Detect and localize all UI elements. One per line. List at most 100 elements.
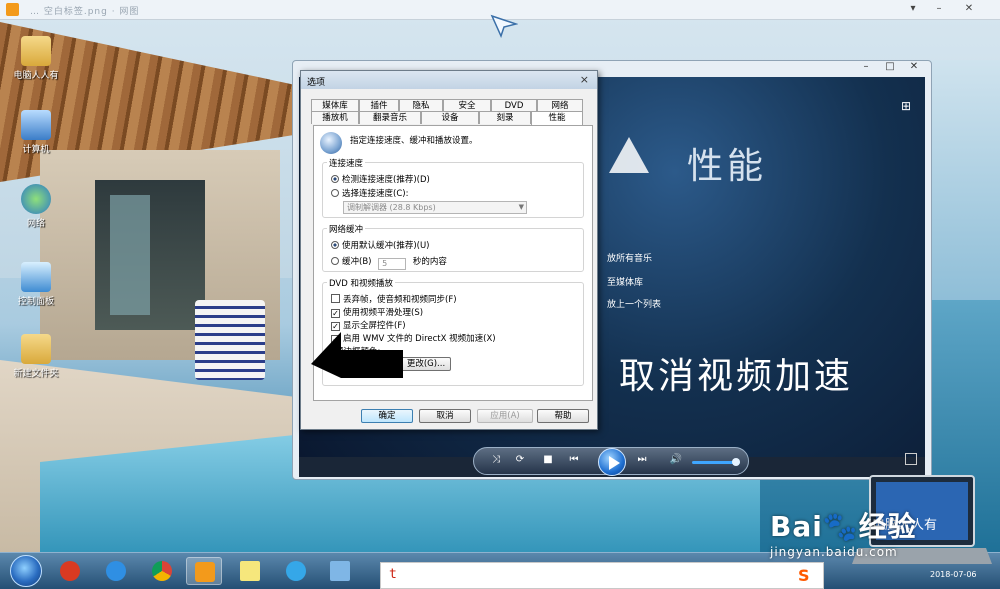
- option-label: 选择连接速度(C):: [342, 189, 409, 199]
- ime-input-bar[interactable]: t: [380, 562, 824, 589]
- chrome-icon: [152, 561, 172, 581]
- radio-custom-buffer[interactable]: 缓冲(B) 5 秒的内容: [331, 255, 447, 270]
- fullscreen-icon[interactable]: [905, 453, 917, 465]
- checkmark-icon: ✓: [331, 309, 340, 318]
- change-color-button[interactable]: 更改(G)...: [401, 357, 451, 371]
- buffer-suffix: 秒的内容: [412, 257, 447, 267]
- desktop-icon-control-panel[interactable]: 控制面板: [8, 262, 64, 307]
- tab-player[interactable]: 播放机: [311, 111, 359, 124]
- desktop-icon-computer[interactable]: 计算机: [8, 110, 64, 155]
- pointer-arrow-icon: [311, 332, 403, 378]
- option-label: 使用默认缓冲(推荐)(U): [342, 241, 430, 251]
- minimize-icon[interactable]: –: [932, 3, 946, 15]
- volume-slider[interactable]: [692, 458, 740, 466]
- tab-performance[interactable]: 性能: [531, 111, 583, 125]
- radio-off-icon: [331, 189, 339, 197]
- dialog-title: 选项: [307, 78, 326, 88]
- stop-icon[interactable]: ■: [540, 454, 556, 465]
- watermark-brand-right: 经验: [858, 510, 917, 543]
- cursor-arrow-icon: [490, 14, 518, 38]
- desktop-icon-label: 网络: [26, 219, 45, 229]
- ok-button[interactable]: 确定: [361, 409, 413, 423]
- taskbar-item-ie[interactable]: [98, 557, 134, 585]
- checkbox-video-smoothing[interactable]: ✓ 使用视频平滑处理(S): [331, 306, 423, 318]
- connection-speed-group: 连接速度 检测连接速度(推荐)(D) 选择连接速度(C): 调制解调器 (28.…: [322, 157, 584, 218]
- connection-speed-select: 调制解调器 (28.8 Kbps) ▼: [343, 201, 527, 214]
- lounge-chair: [195, 300, 265, 380]
- switch-view-icon[interactable]: ⊞: [901, 99, 915, 113]
- 360-browser-icon: [60, 561, 80, 581]
- monitor-icon: [330, 561, 350, 581]
- taskbar-item-monitor[interactable]: [322, 557, 358, 585]
- close-icon[interactable]: ×: [580, 73, 589, 86]
- tab-rip-music[interactable]: 翻录音乐: [359, 111, 421, 124]
- desktop-icon-user-folder[interactable]: 电脑人人有: [8, 36, 64, 81]
- chevron-down-icon: ▼: [518, 203, 524, 211]
- radio-on-icon: [331, 175, 339, 183]
- help-button[interactable]: 帮助: [537, 409, 589, 423]
- sogou-ime-icon[interactable]: S: [798, 566, 818, 585]
- baidu-watermark: Bai🐾经验 jingyan.baidu.com: [770, 505, 917, 559]
- play-button[interactable]: [598, 448, 626, 476]
- chevron-down-icon[interactable]: ▾: [906, 3, 920, 15]
- app-icon[interactable]: [6, 3, 19, 16]
- maximize-icon[interactable]: □: [883, 61, 897, 72]
- option-label: 缓冲(B): [342, 257, 372, 267]
- playback-controls: ⤨ ⟳ ■ ⏮ ⏭ 🔊: [473, 447, 749, 476]
- close-icon[interactable]: ✕: [962, 3, 976, 15]
- taskbar-item-chrome[interactable]: [144, 557, 180, 585]
- start-button[interactable]: [10, 555, 42, 587]
- tab-row-lower: 播放机 翻录音乐 设备 刻录 性能: [311, 111, 593, 125]
- section-title: 性能: [687, 146, 768, 187]
- desktop-icon-new-folder[interactable]: 新建文件夹: [8, 334, 64, 379]
- radio-select-speed[interactable]: 选择连接速度(C):: [331, 187, 408, 199]
- desktop-icon-network[interactable]: 网络: [8, 184, 64, 229]
- play-all-music-link[interactable]: 放所有音乐: [607, 251, 652, 264]
- faded-tab-text: … 空白标签.png · 网图: [30, 7, 140, 17]
- option-label: 丢弃帧，使音频和视频同步(F): [343, 295, 457, 305]
- group-title: 连接速度: [327, 157, 366, 169]
- checkbox-unchecked-icon: [331, 294, 340, 303]
- group-title: DVD 和视频播放: [327, 277, 395, 289]
- control-panel-icon: [21, 262, 51, 292]
- paw-icon: 🐾: [822, 510, 859, 543]
- next-icon[interactable]: ⏭: [634, 454, 650, 465]
- radio-on-icon: [331, 241, 339, 249]
- triangle-icon: [609, 137, 649, 173]
- taskbar-item-media-player[interactable]: [186, 557, 222, 585]
- checkbox-drop-frames[interactable]: 丢弃帧，使音频和视频同步(F): [331, 293, 457, 305]
- repeat-icon[interactable]: ⟳: [512, 454, 528, 465]
- dialog-titlebar: 选项 ×: [301, 71, 597, 89]
- desktop-icon-label: 新建文件夹: [13, 369, 59, 379]
- radio-off-icon: [331, 257, 339, 265]
- minimize-icon[interactable]: –: [859, 61, 873, 72]
- folder-icon: [21, 334, 51, 364]
- play-last-list-link[interactable]: 放上一个列表: [607, 297, 661, 310]
- tab-burn[interactable]: 刻录: [479, 111, 531, 124]
- radio-detect-speed[interactable]: 检测连接速度(推荐)(D): [331, 173, 430, 185]
- villa-window: [110, 195, 150, 315]
- radio-default-buffer[interactable]: 使用默认缓冲(推荐)(U): [331, 239, 430, 251]
- folder-user-icon: [21, 36, 51, 66]
- shuffle-icon[interactable]: ⤨: [488, 454, 504, 465]
- computer-icon: [21, 110, 51, 140]
- watermark-brand-left: Bai: [770, 510, 823, 543]
- volume-icon[interactable]: 🔊: [668, 454, 684, 465]
- option-label: 使用视频平滑处理(S): [343, 308, 424, 318]
- taskbar-item-360-browser[interactable]: [52, 557, 88, 585]
- network-buffer-group: 网络缓冲 使用默认缓冲(推荐)(U) 缓冲(B) 5 秒的内容: [322, 223, 584, 272]
- cancel-button[interactable]: 取消: [419, 409, 471, 423]
- previous-icon[interactable]: ⏮: [566, 454, 582, 465]
- ie-icon: [106, 561, 126, 581]
- close-icon[interactable]: ✕: [907, 61, 921, 72]
- desktop-icon-label: 计算机: [22, 145, 50, 155]
- apply-button[interactable]: 应用(A): [477, 409, 533, 423]
- taskbar-item-sticky-notes[interactable]: [232, 557, 268, 585]
- network-globe-icon: [21, 184, 51, 214]
- go-to-library-link[interactable]: 至媒体库: [607, 275, 643, 288]
- sticky-notes-icon: [240, 561, 260, 581]
- tab-devices[interactable]: 设备: [421, 111, 479, 124]
- performance-gauge-icon: [320, 132, 342, 154]
- select-value: 调制解调器 (28.8 Kbps): [347, 203, 436, 212]
- taskbar-item-qq-browser[interactable]: [278, 557, 314, 585]
